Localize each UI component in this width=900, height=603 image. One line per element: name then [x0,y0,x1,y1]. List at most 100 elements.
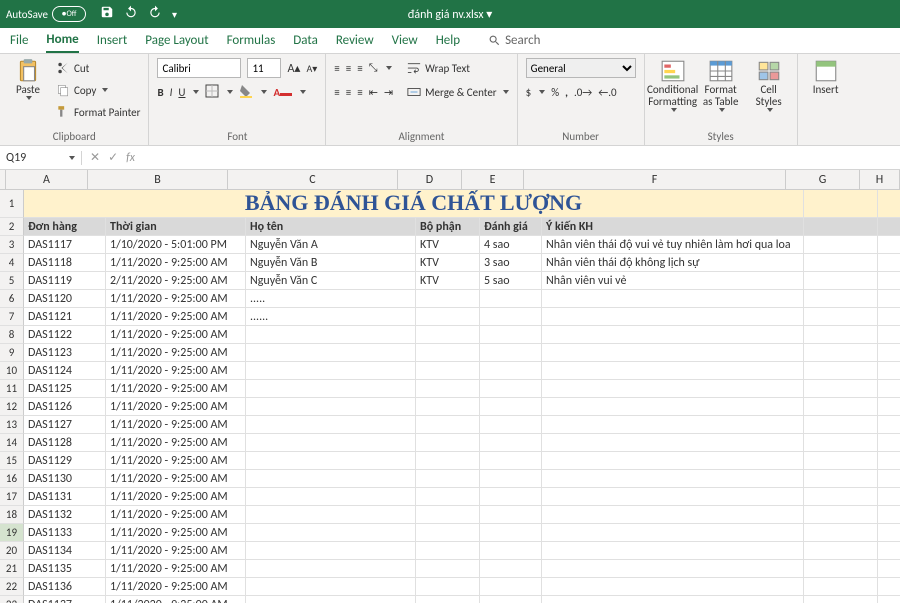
italic-button[interactable]: I [170,86,173,99]
cell[interactable] [416,308,480,326]
cell[interactable] [480,290,542,308]
cell[interactable] [542,362,804,380]
cell[interactable] [416,470,480,488]
row-header[interactable]: 3 [0,236,24,254]
percent-button[interactable]: % [551,86,559,99]
currency-button[interactable]: $ [526,86,532,99]
tab-formulas[interactable]: Formulas [227,29,276,52]
cell[interactable] [246,398,416,416]
cell[interactable]: DAS1122 [24,326,106,344]
cell[interactable] [804,470,878,488]
cell[interactable]: 1/10/2020 - 5:01:00 PM [106,236,246,254]
cell[interactable] [542,434,804,452]
paste-button[interactable]: Paste [8,58,48,100]
cell[interactable]: 1/11/2020 - 9:25:00 AM [106,290,246,308]
cell[interactable]: 3 sao [480,254,542,272]
row-header[interactable]: 21 [0,560,24,578]
cell[interactable]: Nhân viên thái độ vui vẻ tuy nhiên làm h… [542,236,804,254]
cell[interactable] [878,362,900,380]
row-header[interactable]: 2 [0,218,24,236]
cell[interactable]: 1/11/2020 - 9:25:00 AM [106,542,246,560]
cell[interactable] [804,416,878,434]
cell[interactable] [804,326,878,344]
cell[interactable]: DAS1133 [24,524,106,542]
cell[interactable]: DAS1130 [24,470,106,488]
cell[interactable] [804,524,878,542]
cell[interactable] [878,488,900,506]
cell[interactable] [804,254,878,272]
cell[interactable] [542,416,804,434]
cell[interactable]: Nhân viên thái độ không lịch sự [542,254,804,272]
cell[interactable]: Nguyễn Văn A [246,236,416,254]
format-as-table-button[interactable]: Format as Table [701,58,741,112]
cell[interactable] [416,488,480,506]
cell[interactable] [542,380,804,398]
cell[interactable]: KTV [416,236,480,254]
cell[interactable] [878,452,900,470]
cell[interactable]: DAS1132 [24,506,106,524]
cell[interactable] [480,452,542,470]
cell[interactable]: Đánh giá [480,218,542,236]
row-header[interactable]: 23 [0,596,24,603]
row-header[interactable]: 22 [0,578,24,596]
font-name-input[interactable] [157,58,241,78]
comma-button[interactable]: , [565,86,568,99]
tab-file[interactable]: File [10,29,28,52]
tab-home[interactable]: Home [46,28,78,53]
cell[interactable]: DAS1124 [24,362,106,380]
row-header[interactable]: 11 [0,380,24,398]
cell[interactable] [878,470,900,488]
row-header[interactable]: 8 [0,326,24,344]
cell[interactable] [804,236,878,254]
cell[interactable]: 1/11/2020 - 9:25:00 AM [106,434,246,452]
cell[interactable]: DAS1119 [24,272,106,290]
undo-icon[interactable] [124,5,138,23]
row-header[interactable]: 7 [0,308,24,326]
cell[interactable] [878,380,900,398]
cell[interactable] [804,344,878,362]
decrease-font-icon[interactable]: A▾ [306,62,317,75]
cancel-formula-icon[interactable]: ✕ [90,150,100,165]
cell[interactable]: ...... [246,308,416,326]
align-middle-icon[interactable]: ≡ [346,62,351,75]
cell[interactable] [416,560,480,578]
align-center-icon[interactable]: ≡ [346,86,351,99]
cell[interactable]: KTV [416,254,480,272]
cell[interactable] [542,506,804,524]
column-header-A[interactable]: A [6,170,88,190]
cell[interactable] [542,488,804,506]
cell[interactable] [416,416,480,434]
cell[interactable] [878,398,900,416]
row-header[interactable]: 14 [0,434,24,452]
cell[interactable] [480,470,542,488]
orientation-button[interactable]: ⤡ [369,61,378,75]
enter-formula-icon[interactable]: ✓ [108,150,118,165]
cell[interactable]: DAS1137 [24,596,106,603]
column-header-E[interactable]: E [462,170,524,190]
cell[interactable] [246,344,416,362]
cell[interactable] [804,362,878,380]
decrease-decimal-icon[interactable]: ←.0 [598,86,616,99]
align-bottom-icon[interactable]: ≡ [357,62,362,75]
cell[interactable]: DAS1117 [24,236,106,254]
cut-button[interactable]: Cut [56,58,140,78]
row-header[interactable]: 16 [0,470,24,488]
align-right-icon[interactable]: ≡ [357,86,362,99]
cell[interactable]: Ý kiến KH [542,218,804,236]
cell[interactable] [542,524,804,542]
cell[interactable]: DAS1135 [24,560,106,578]
cell[interactable]: 1/11/2020 - 9:25:00 AM [106,398,246,416]
cell[interactable] [804,308,878,326]
column-header-F[interactable]: F [524,170,786,190]
cell[interactable] [416,398,480,416]
cell[interactable] [542,308,804,326]
cell[interactable]: KTV [416,272,480,290]
cell[interactable] [416,380,480,398]
cell[interactable] [246,326,416,344]
cell[interactable] [480,506,542,524]
cell[interactable]: 1/11/2020 - 9:25:00 AM [106,596,246,603]
merge-center-button[interactable]: Merge & Center [407,82,509,102]
worksheet[interactable]: ABCDEFGH 1234567891011121314151617181920… [0,170,900,603]
cell[interactable] [878,326,900,344]
cell[interactable] [480,380,542,398]
